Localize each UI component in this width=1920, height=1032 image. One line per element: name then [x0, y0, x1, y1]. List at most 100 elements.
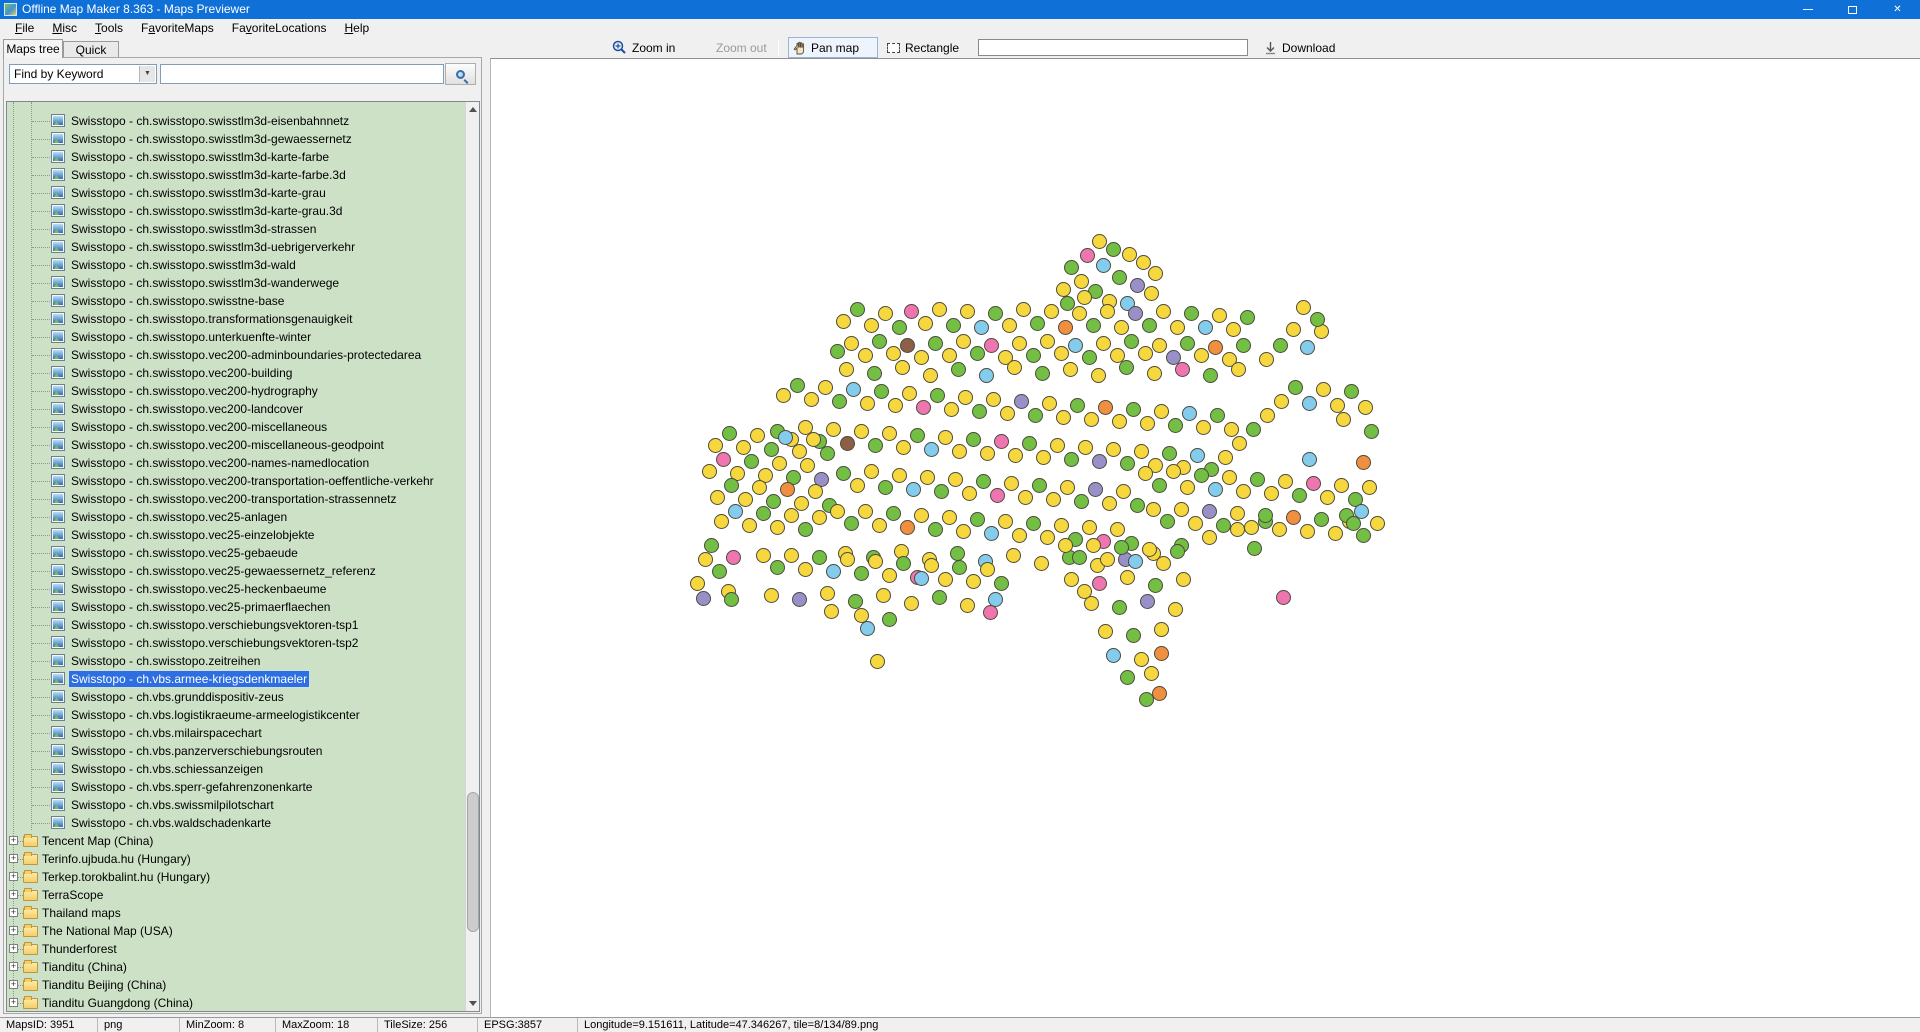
expand-plus-icon[interactable]: + [9, 890, 18, 899]
pan-map-button[interactable]: Pan map [788, 37, 878, 58]
tree-item-label[interactable]: Swisstopo - ch.swisstopo.vec25-heckenbae… [69, 581, 328, 597]
tree-item[interactable]: Swisstopo - ch.vbs.sperr-gefahrenzonenka… [7, 778, 479, 796]
tree-item[interactable]: Swisstopo - ch.vbs.schiessanzeigen [7, 760, 479, 778]
tree-folder-label[interactable]: Terinfo.ujbuda.hu (Hungary) [40, 851, 193, 867]
find-mode-combobox[interactable]: Find by Keyword ▼ [9, 64, 157, 84]
tree-folder[interactable]: +Tencent Map (China) [7, 832, 479, 850]
menu-item-file[interactable]: File [6, 19, 43, 37]
tree-item[interactable]: Swisstopo - ch.swisstopo.vec200-hydrogra… [7, 382, 479, 400]
chevron-down-icon[interactable]: ▼ [139, 66, 155, 82]
tree-item[interactable]: Swisstopo - ch.swisstopo.vec200-adminbou… [7, 346, 479, 364]
tree-item[interactable]: Swisstopo - ch.swisstopo.swisstlm3d-gewa… [7, 130, 479, 148]
tree-folder-label[interactable]: Terkep.torokbalint.hu (Hungary) [40, 869, 212, 885]
tree-folder-label[interactable]: Tianditu Beijing (China) [40, 977, 168, 993]
tree-item[interactable]: Swisstopo - ch.swisstopo.swisstlm3d-wald [7, 256, 479, 274]
tree-item[interactable]: Swisstopo - ch.swisstopo.unterkuenfte-wi… [7, 328, 479, 346]
expand-plus-icon[interactable]: + [9, 872, 18, 881]
tree-item-label[interactable]: Swisstopo - ch.vbs.grunddispositiv-zeus [69, 689, 286, 705]
tree-item[interactable]: Swisstopo - ch.swisstopo.swisstne-base [7, 292, 479, 310]
tree-item[interactable]: Swisstopo - ch.swisstopo.vec25-gewaesser… [7, 562, 479, 580]
menu-item-favoritemaps[interactable]: FavoriteMaps [132, 19, 223, 37]
map-viewport[interactable] [490, 58, 1920, 1017]
tree-item[interactable]: Swisstopo - ch.swisstopo.vec200-transpor… [7, 472, 479, 490]
tree-item[interactable]: Swisstopo - ch.swisstopo.vec25-gebaeude [7, 544, 479, 562]
tree-item-label[interactable]: Swisstopo - ch.swisstopo.swisstlm3d-uebr… [69, 239, 357, 255]
tree-item[interactable]: Swisstopo - ch.swisstopo.vec200-miscella… [7, 436, 479, 454]
tree-item[interactable]: Swisstopo - ch.swisstopo.vec25-anlagen [7, 508, 479, 526]
tree-item-label[interactable]: Swisstopo - ch.swisstopo.swisstlm3d-gewa… [69, 131, 354, 147]
tree-item[interactable]: Swisstopo - ch.vbs.milairspacechart [7, 724, 479, 742]
tree-item[interactable]: Swisstopo - ch.swisstopo.swisstlm3d-stra… [7, 220, 479, 238]
tree-item-label[interactable]: Swisstopo - ch.swisstopo.swisstlm3d-eise… [69, 113, 351, 129]
tree-item[interactable]: Swisstopo - ch.swisstopo.verschiebungsve… [7, 634, 479, 652]
tree-item-label[interactable]: Swisstopo - ch.swisstopo.vec200-adminbou… [69, 347, 423, 363]
tree-item[interactable]: Swisstopo - ch.swisstopo.swisstlm3d-kart… [7, 202, 479, 220]
tree-folder[interactable]: + Terkep.torokbalint.hu (Hungary) [7, 868, 479, 886]
tree-item-label[interactable]: Swisstopo - ch.swisstopo.vec25-primaerfl… [69, 599, 332, 615]
tree-item[interactable]: Swisstopo - ch.swisstopo.swisstlm3d-wand… [7, 274, 479, 292]
tree-item-label[interactable]: Swisstopo - ch.swisstopo.swisstlm3d-kart… [69, 203, 344, 219]
zoom-out-button[interactable]: Zoom out [712, 37, 771, 58]
tree-item-label[interactable]: Swisstopo - ch.vbs.logistikraeume-armeel… [69, 707, 362, 723]
search-button[interactable] [445, 63, 476, 85]
tree-item[interactable]: Swisstopo - ch.swisstopo.transformations… [7, 310, 479, 328]
tree-item-label[interactable]: Swisstopo - ch.swisstopo.vec25-anlagen [69, 509, 289, 525]
tree-item-label[interactable]: Swisstopo - ch.vbs.panzerverschiebungsro… [69, 743, 324, 759]
tree-folder-label[interactable]: Tianditu (China) [40, 959, 129, 975]
tree-folder[interactable]: +TerraScope [7, 886, 479, 904]
tree-item-label[interactable]: Swisstopo - ch.swisstopo.vec200-names-na… [69, 455, 371, 471]
menu-item-tools[interactable]: Tools [86, 19, 132, 37]
tree-item-label[interactable]: Swisstopo - ch.swisstopo.unterkuenfte-wi… [69, 329, 313, 345]
tree-folder-label[interactable]: The National Map (USA) [40, 923, 175, 939]
tree-item[interactable]: Swisstopo - ch.vbs.swissmilpilotschart [7, 796, 479, 814]
menu-item-favoritelocations[interactable]: FavoriteLocations [223, 19, 336, 37]
tree-item[interactable]: Swisstopo - ch.swisstopo.vec200-landcove… [7, 400, 479, 418]
tree-item-label[interactable]: Swisstopo - ch.vbs.waldschadenkarte [69, 815, 273, 831]
search-input[interactable] [160, 64, 444, 84]
tree-item-label-selected[interactable]: Swisstopo - ch.vbs.armee-kriegsdenkmaele… [69, 671, 309, 687]
tree-folder[interactable]: +Tianditu Guangdong (China) [7, 994, 479, 1012]
scroll-up-button[interactable] [466, 102, 480, 117]
tree-item-label[interactable]: Swisstopo - ch.swisstopo.vec200-transpor… [69, 473, 436, 489]
maximize-button[interactable] [1830, 0, 1875, 19]
tree-item[interactable]: Swisstopo - ch.vbs.panzerverschiebungsro… [7, 742, 479, 760]
expand-plus-icon[interactable]: + [9, 926, 18, 935]
tree-item[interactable]: Swisstopo - ch.swisstopo.swisstlm3d-kart… [7, 148, 479, 166]
tree-item-label[interactable]: Swisstopo - ch.swisstopo.vec25-gebaeude [69, 545, 300, 561]
tree-item-label[interactable]: Swisstopo - ch.swisstopo.swisstlm3d-kart… [69, 167, 348, 183]
tree-item[interactable]: Swisstopo - ch.vbs.grunddispositiv-zeus [7, 688, 479, 706]
tree-item-label[interactable]: Swisstopo - ch.vbs.sperr-gefahrenzonenka… [69, 779, 314, 795]
tree-item[interactable]: Swisstopo - ch.swisstopo.vec25-heckenbae… [7, 580, 479, 598]
tree-item[interactable]: Swisstopo - ch.swisstopo.zeitreihen [7, 652, 479, 670]
expand-plus-icon[interactable]: + [9, 980, 18, 989]
tree-item-label[interactable]: Swisstopo - ch.swisstopo.swisstlm3d-kart… [69, 149, 331, 165]
tree-item[interactable]: Swisstopo - ch.swisstopo.vec200-building [7, 364, 479, 382]
tree-folder[interactable]: + Tianditu (China) [7, 958, 479, 976]
tree-item[interactable]: Swisstopo - ch.swisstopo.swisstlm3d-eise… [7, 112, 479, 130]
tree-item-label[interactable]: Swisstopo - ch.swisstopo.vec200-building [69, 365, 294, 381]
tree-item-label[interactable]: Swisstopo - ch.swisstopo.vec200-hydrogra… [69, 383, 320, 399]
tree-scrollbar[interactable] [465, 102, 479, 1011]
close-button[interactable]: ✕ [1875, 0, 1920, 19]
tree-item-label[interactable]: Swisstopo - ch.swisstopo.vec25-einzelobj… [69, 527, 316, 543]
tree-item[interactable]: Swisstopo - ch.swisstopo.vec200-miscella… [7, 418, 479, 436]
tree-item-label[interactable]: Swisstopo - ch.vbs.swissmilpilotschart [69, 797, 276, 813]
tree-item-label[interactable]: Swisstopo - ch.swisstopo.vec200-miscella… [69, 419, 329, 435]
download-button[interactable]: Download [1260, 37, 1339, 58]
expand-plus-icon[interactable]: + [9, 962, 18, 971]
tree-folder-label[interactable]: Thailand maps [40, 905, 123, 921]
scrollbar-thumb[interactable] [467, 792, 479, 932]
tab-maps-tree[interactable]: Maps tree [3, 39, 63, 58]
tree-folder-label[interactable]: Tianditu Guangdong (China) [40, 995, 195, 1011]
tree-item[interactable]: Swisstopo - ch.swisstopo.swisstlm3d-kart… [7, 166, 479, 184]
tree-item-label[interactable]: Swisstopo - ch.swisstopo.swisstlm3d-wand… [69, 275, 341, 291]
tree-folder[interactable]: + Terinfo.ujbuda.hu (Hungary) [7, 850, 479, 868]
tree-folder[interactable]: + Tianditu Beijing (China) [7, 976, 479, 994]
tree-item-label[interactable]: Swisstopo - ch.swisstopo.vec200-miscella… [69, 437, 386, 453]
tree-item[interactable]: Swisstopo - ch.swisstopo.swisstlm3d-uebr… [7, 238, 479, 256]
tree-item[interactable]: Swisstopo - ch.swisstopo.swisstlm3d-kart… [7, 184, 479, 202]
tree-folder[interactable]: + The National Map (USA) [7, 922, 479, 940]
expand-plus-icon[interactable]: + [9, 854, 18, 863]
tree-item[interactable]: Swisstopo - ch.swisstopo.verschiebungsve… [7, 616, 479, 634]
zoom-in-button[interactable]: Zoom in [608, 37, 679, 58]
